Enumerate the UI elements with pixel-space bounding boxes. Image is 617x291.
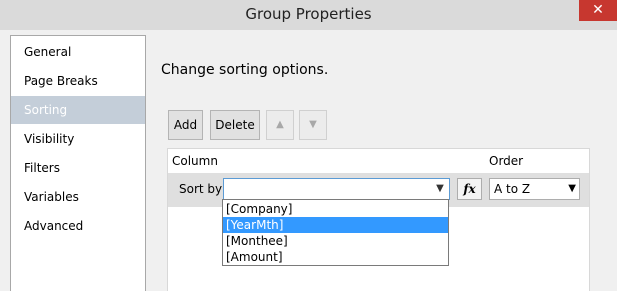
dropdown-option-monthee[interactable]: [Monthee] [223, 233, 448, 249]
sort-by-label: Sort by [179, 182, 223, 196]
expression-button[interactable]: fx [457, 178, 482, 200]
sidebar-item-sorting[interactable]: Sorting [11, 96, 145, 124]
column-dropdown-list: [Company] [YearMth] [Monthee] [Amount] [222, 199, 449, 266]
dropdown-option-company[interactable]: [Company] [223, 201, 448, 217]
window-title: Group Properties [245, 5, 372, 23]
arrow-down-icon: ▼ [309, 119, 317, 130]
fx-icon: fx [463, 182, 476, 196]
column-combo[interactable]: ▼ [223, 178, 450, 200]
order-header: Order [489, 154, 524, 168]
column-header: Column [172, 154, 218, 168]
order-select[interactable]: A to Z ▼ [489, 178, 580, 200]
add-button[interactable]: Add [168, 110, 203, 140]
sidebar-item-advanced[interactable]: Advanced [11, 212, 145, 240]
page-heading: Change sorting options. [161, 62, 329, 78]
close-button[interactable]: ✕ [579, 0, 617, 21]
move-up-button[interactable]: ▲ [266, 110, 294, 140]
sidebar-item-variables[interactable]: Variables [11, 183, 145, 211]
delete-button[interactable]: Delete [210, 110, 260, 140]
arrow-up-icon: ▲ [276, 119, 284, 130]
order-value: A to Z [494, 182, 531, 196]
grid-header: Column Order [168, 149, 589, 173]
sidebar-item-visibility[interactable]: Visibility [11, 125, 145, 153]
title-bar: Group Properties ✕ [0, 0, 617, 30]
close-icon: ✕ [592, 2, 604, 18]
chevron-down-icon: ▼ [568, 183, 576, 194]
sidebar-nav: General Page Breaks Sorting Visibility F… [10, 35, 146, 291]
sidebar-item-filters[interactable]: Filters [11, 154, 145, 182]
sidebar-item-general[interactable]: General [11, 38, 145, 66]
chevron-down-icon[interactable]: ▼ [433, 181, 447, 197]
dropdown-option-amount[interactable]: [Amount] [223, 249, 448, 265]
move-down-button[interactable]: ▼ [299, 110, 327, 140]
dropdown-option-yearmth[interactable]: [YearMth] [223, 217, 448, 233]
sidebar-item-page-breaks[interactable]: Page Breaks [11, 67, 145, 95]
